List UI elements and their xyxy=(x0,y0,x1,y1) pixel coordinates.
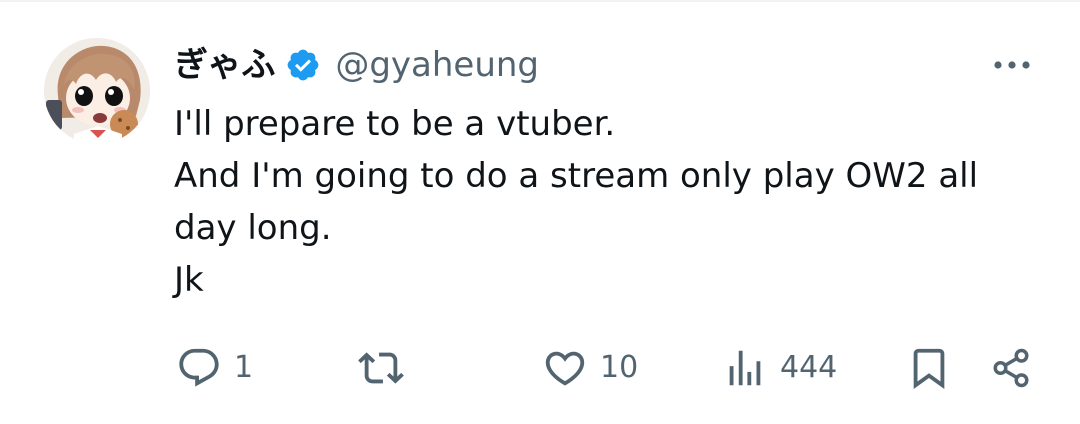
reply-count: 1 xyxy=(234,350,254,385)
views-count: 444 xyxy=(780,350,838,385)
avatar[interactable] xyxy=(44,38,150,144)
tweet-header: ぎゃふ @gyaheung xyxy=(174,40,539,90)
bookmark-button[interactable] xyxy=(906,344,952,392)
share-icon xyxy=(993,348,1029,388)
reply-icon xyxy=(179,348,219,387)
tweet-text: I'll prepare to be a vtuber. And I'm goi… xyxy=(174,98,1034,306)
tweet-text-line: And I'm going to do a stream only play O… xyxy=(174,156,979,196)
retweet-button[interactable] xyxy=(356,344,418,392)
reply-button[interactable]: 1 xyxy=(176,344,253,392)
views-icon xyxy=(729,350,761,386)
anime-character-avatar xyxy=(44,38,150,144)
tweet-text-line: day long. xyxy=(174,208,332,248)
like-button[interactable]: 10 xyxy=(542,344,638,392)
like-count: 10 xyxy=(600,350,639,385)
bookmark-icon xyxy=(913,348,945,389)
views-button[interactable]: 444 xyxy=(722,344,837,392)
heart-icon xyxy=(545,351,585,386)
user-handle[interactable]: @gyaheung xyxy=(335,40,539,90)
verified-badge-icon xyxy=(285,47,321,83)
more-icon[interactable] xyxy=(986,48,1038,82)
retweet-icon xyxy=(358,352,404,384)
share-button[interactable] xyxy=(990,344,1032,392)
display-name[interactable]: ぎゃふ xyxy=(174,40,275,90)
tweet-text-line: I'll prepare to be a vtuber. xyxy=(174,104,616,144)
tweet-text-line: Jk xyxy=(174,260,204,300)
tweet[interactable]: ぎゃふ @gyaheung I'll prepare to be a vtube… xyxy=(0,0,1080,424)
